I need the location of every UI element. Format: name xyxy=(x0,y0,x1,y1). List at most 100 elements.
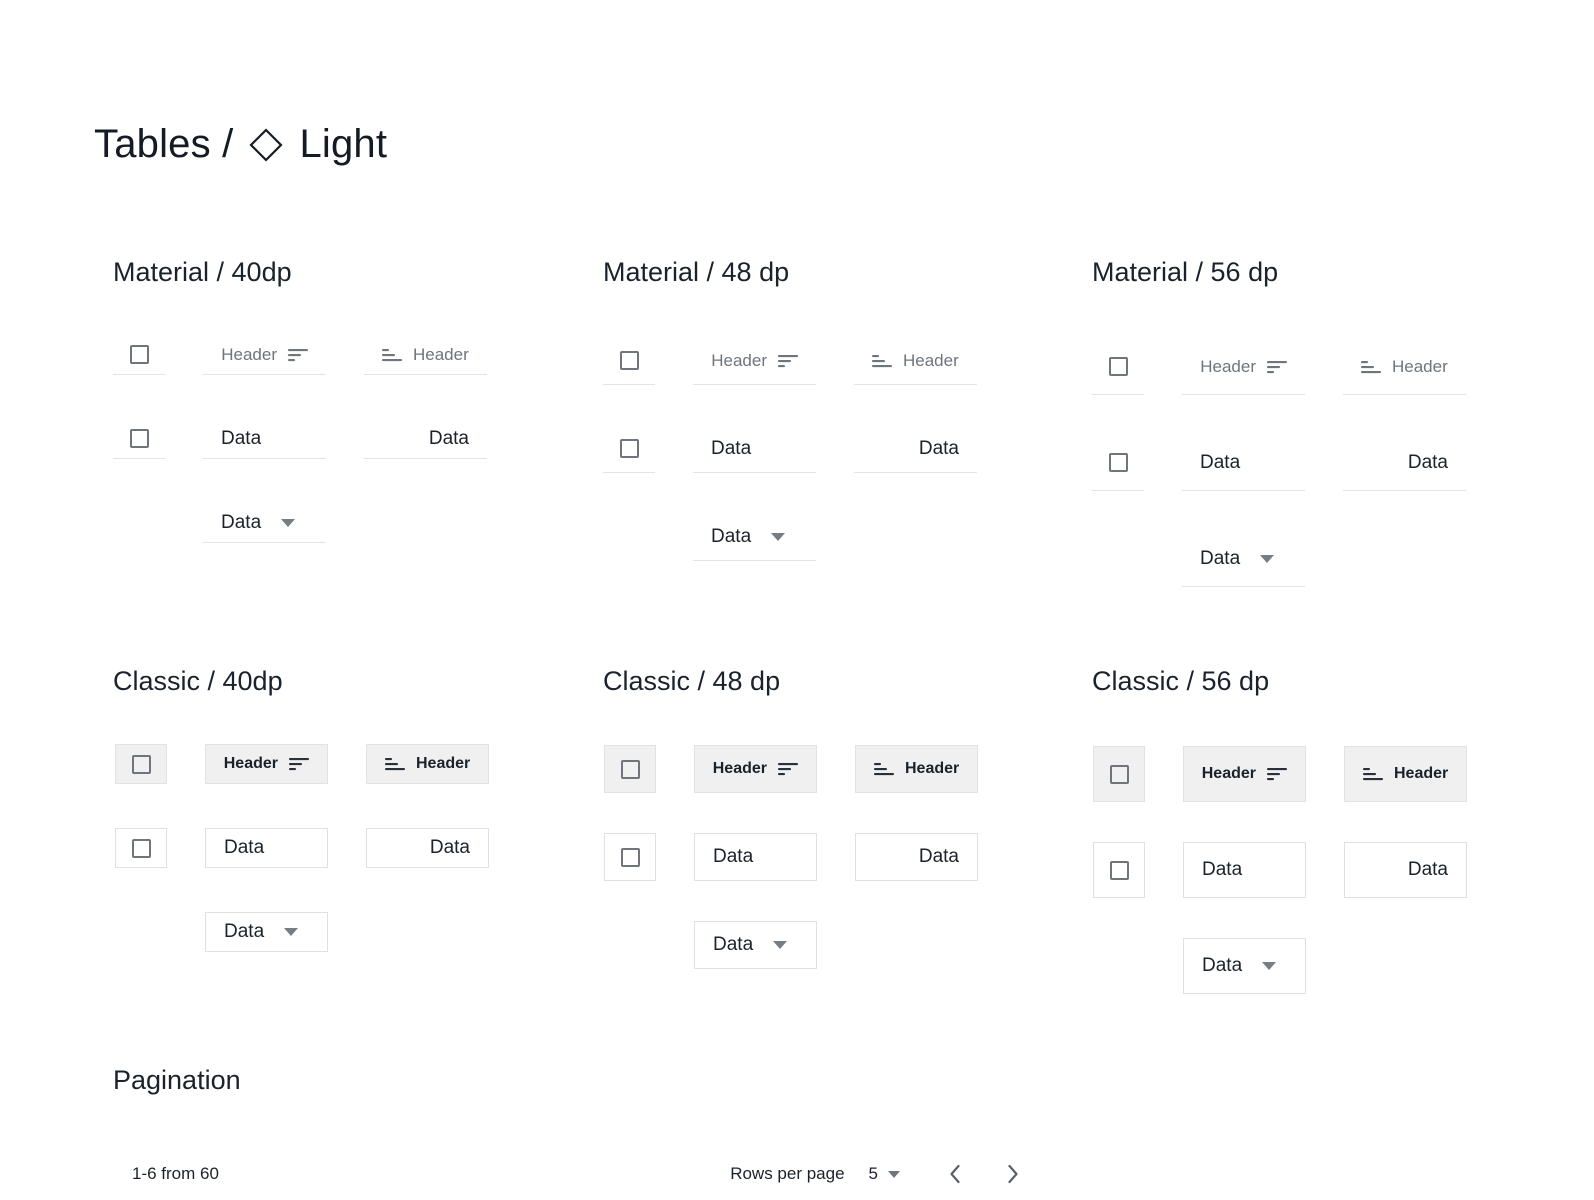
row-spacer xyxy=(1092,491,1466,531)
row-cell-checkbox[interactable] xyxy=(1093,842,1145,898)
sort-ascending-icon[interactable] xyxy=(382,347,402,363)
block-title-classic-40dp: Classic / 40dp xyxy=(113,666,283,697)
cell-value: Data xyxy=(1408,452,1448,474)
row-cell-checkbox[interactable] xyxy=(115,828,167,868)
dropdown-value: Data xyxy=(224,921,264,943)
sort-ascending-icon[interactable] xyxy=(1361,359,1381,375)
table-classic-48dp: Header Header xyxy=(604,745,978,969)
row-cell-checkbox[interactable] xyxy=(1092,435,1144,491)
checkbox-unchecked-icon[interactable] xyxy=(130,345,149,364)
header-cell-1[interactable]: Header xyxy=(1183,746,1306,802)
sort-ascending-icon[interactable] xyxy=(1363,766,1383,782)
chevron-down-icon[interactable] xyxy=(281,519,295,527)
sort-descending-icon[interactable] xyxy=(778,761,798,777)
table-row: Data Data xyxy=(1093,842,1467,898)
row-cell-1: Data xyxy=(694,833,817,881)
table-header-row: Header Header xyxy=(1093,746,1467,802)
row-cell-dropdown[interactable]: Data xyxy=(1182,531,1305,587)
header-cell-1[interactable]: Header xyxy=(203,335,326,375)
checkbox-unchecked-icon[interactable] xyxy=(1110,765,1129,784)
sort-ascending-icon[interactable] xyxy=(385,756,405,772)
table-row-dropdown: Data xyxy=(604,921,978,969)
table-row-dropdown: Data xyxy=(1093,938,1467,994)
header-cell-label: Header xyxy=(711,351,767,371)
checkbox-unchecked-icon[interactable] xyxy=(130,429,149,448)
header-cell-checkbox[interactable] xyxy=(113,335,165,375)
sort-descending-icon[interactable] xyxy=(1267,359,1287,375)
row-spacer xyxy=(1092,395,1466,435)
sort-descending-icon[interactable] xyxy=(778,353,798,369)
row-spacer xyxy=(604,881,978,921)
rows-per-page-select[interactable]: 5 xyxy=(869,1164,900,1184)
header-cell-2[interactable]: Header xyxy=(364,335,487,375)
row-cell-2: Data xyxy=(1344,842,1467,898)
checkbox-unchecked-icon[interactable] xyxy=(1110,861,1129,880)
cell-value: Data xyxy=(711,438,751,460)
chevron-down-icon[interactable] xyxy=(284,928,298,936)
chevron-left-icon[interactable] xyxy=(944,1161,966,1187)
row-cell-dropdown[interactable]: Data xyxy=(205,912,328,952)
row-cell-empty xyxy=(115,912,167,952)
row-cell-dropdown[interactable]: Data xyxy=(694,921,817,969)
header-cell-label: Header xyxy=(713,760,767,778)
row-cell-2: Data xyxy=(366,828,489,868)
chevron-down-icon[interactable] xyxy=(771,533,785,541)
cell-value: Data xyxy=(919,846,959,868)
table-material-56dp: Header Header xyxy=(1092,339,1466,587)
header-cell-2[interactable]: Header xyxy=(855,745,978,793)
table-header-row: Header Header xyxy=(115,744,489,784)
cell-value: Data xyxy=(1202,859,1242,881)
row-cell-checkbox[interactable] xyxy=(113,419,165,459)
row-cell-dropdown[interactable]: Data xyxy=(203,503,326,543)
table-classic-56dp: Header Header xyxy=(1093,746,1467,994)
checkbox-unchecked-icon[interactable] xyxy=(620,351,639,370)
sort-descending-icon[interactable] xyxy=(1267,766,1287,782)
checkbox-unchecked-icon[interactable] xyxy=(621,848,640,867)
checkbox-unchecked-icon[interactable] xyxy=(1109,453,1128,472)
header-cell-label: Header xyxy=(1392,357,1448,377)
row-cell-2: Data xyxy=(1343,435,1466,491)
row-cell-dropdown[interactable]: Data xyxy=(693,513,816,561)
header-cell-checkbox[interactable] xyxy=(115,744,167,784)
sort-descending-icon[interactable] xyxy=(289,756,309,772)
header-cell-2[interactable]: Header xyxy=(1343,339,1466,395)
header-cell-checkbox[interactable] xyxy=(603,337,655,385)
dropdown-value: Data xyxy=(1200,548,1240,570)
row-cell-checkbox[interactable] xyxy=(604,833,656,881)
header-cell-2[interactable]: Header xyxy=(366,744,489,784)
chevron-right-icon[interactable] xyxy=(1002,1161,1024,1187)
sort-ascending-icon[interactable] xyxy=(872,353,892,369)
pagination-controls: Rows per page 5 xyxy=(730,1161,1024,1187)
sort-descending-icon[interactable] xyxy=(288,347,308,363)
chevron-down-icon[interactable] xyxy=(1262,962,1276,970)
checkbox-unchecked-icon[interactable] xyxy=(621,760,640,779)
page-root: Tables / Light Material / 40dp Header xyxy=(0,0,1594,1200)
header-cell-2[interactable]: Header xyxy=(854,337,977,385)
row-spacer xyxy=(603,385,977,425)
table-row: Data Data xyxy=(1092,435,1466,491)
checkbox-unchecked-icon[interactable] xyxy=(1109,357,1128,376)
header-cell-1[interactable]: Header xyxy=(205,744,328,784)
checkbox-unchecked-icon[interactable] xyxy=(620,439,639,458)
chevron-down-icon[interactable] xyxy=(888,1171,900,1178)
row-cell-checkbox[interactable] xyxy=(603,425,655,473)
row-cell-empty xyxy=(603,513,655,561)
header-cell-1[interactable]: Header xyxy=(694,745,817,793)
header-cell-checkbox[interactable] xyxy=(1093,746,1145,802)
cell-value: Data xyxy=(430,837,470,859)
cell-value: Data xyxy=(1408,859,1448,881)
header-cell-checkbox[interactable] xyxy=(1092,339,1144,395)
row-cell-dropdown[interactable]: Data xyxy=(1183,938,1306,994)
chevron-down-icon[interactable] xyxy=(1260,555,1274,563)
sort-ascending-icon[interactable] xyxy=(874,761,894,777)
header-cell-1[interactable]: Header xyxy=(1182,339,1305,395)
page-title-prefix: Tables / xyxy=(94,122,233,167)
header-cell-label: Header xyxy=(1200,357,1256,377)
header-cell-checkbox[interactable] xyxy=(604,745,656,793)
checkbox-unchecked-icon[interactable] xyxy=(132,755,151,774)
pagination-bar: 1-6 from 60 Rows per page 5 xyxy=(94,1150,1024,1198)
chevron-down-icon[interactable] xyxy=(773,941,787,949)
header-cell-1[interactable]: Header xyxy=(693,337,816,385)
header-cell-2[interactable]: Header xyxy=(1344,746,1467,802)
checkbox-unchecked-icon[interactable] xyxy=(132,839,151,858)
